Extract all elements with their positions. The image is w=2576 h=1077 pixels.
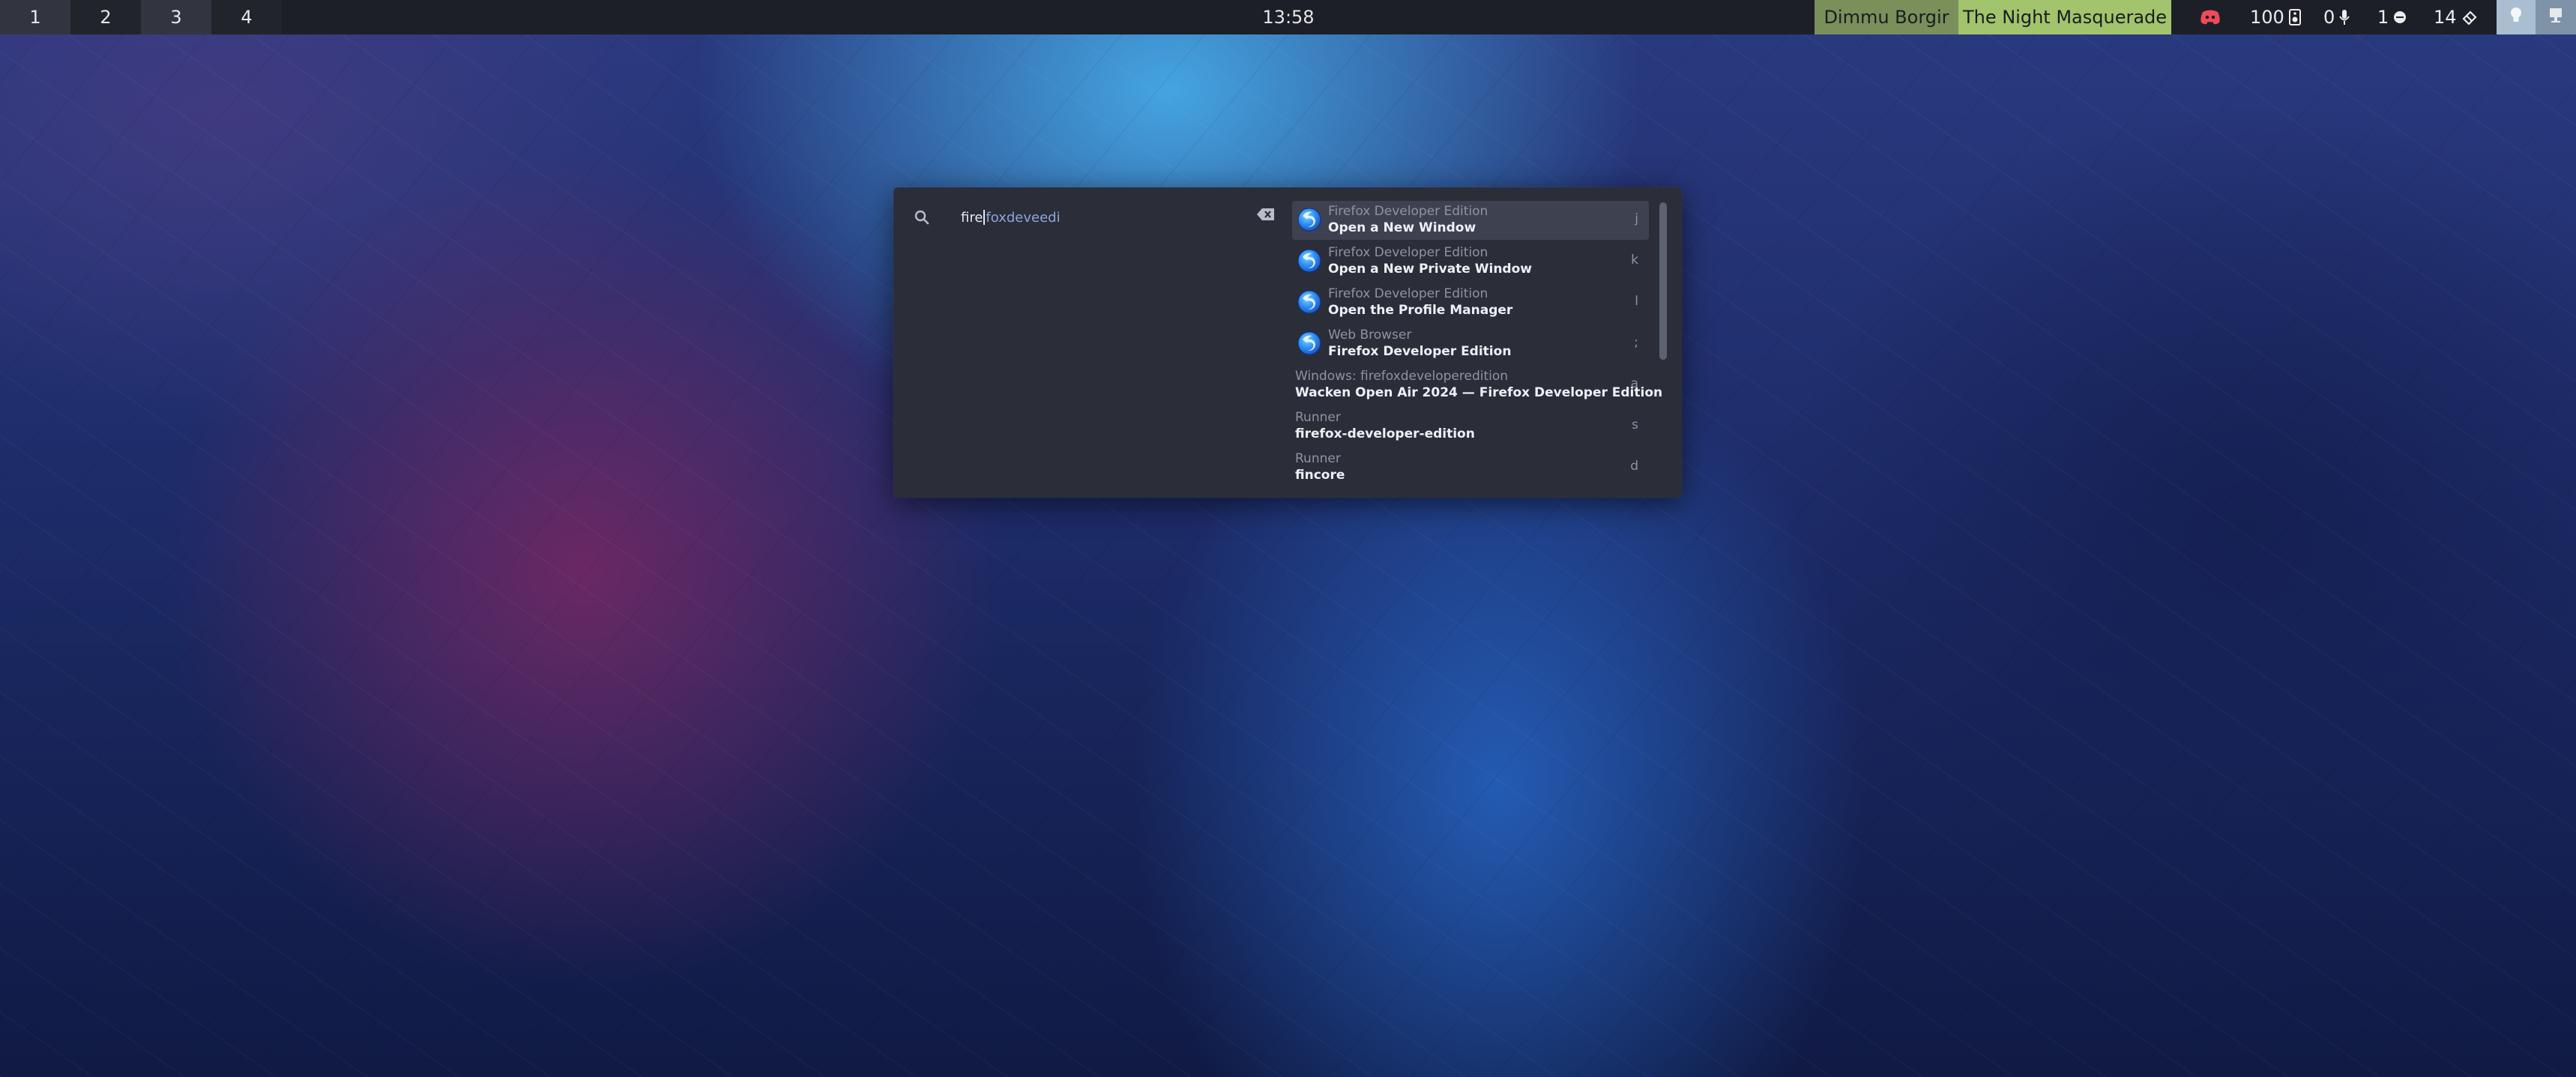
result-subtitle: Runner: [1295, 410, 1341, 425]
text-caret: [983, 210, 986, 225]
clock[interactable]: 13:58: [1229, 0, 1348, 34]
notification-icon: [2393, 10, 2407, 24]
notifications-indicator[interactable]: 1: [2377, 0, 2407, 34]
notifications-value: 1: [2377, 7, 2389, 28]
speaker-icon: [2288, 9, 2301, 25]
workspace-2-button[interactable]: 2: [70, 0, 141, 34]
result-title: Open a New Window: [1328, 220, 1476, 235]
result-subtitle: Runner: [1295, 451, 1341, 466]
result-subtitle: Firefox Developer Edition: [1328, 204, 1488, 219]
result-title: Firefox Developer Edition: [1328, 344, 1512, 359]
volume-value: 100: [2250, 7, 2284, 28]
result-title: Open a New Private Window: [1328, 262, 1532, 277]
media-artist[interactable]: Dimmu Borgir: [1815, 0, 1958, 34]
discord-tray[interactable]: [2200, 0, 2221, 34]
lightbulb-button[interactable]: [2497, 0, 2536, 34]
result-shortcut-key: j: [1635, 211, 1638, 226]
clear-search-icon[interactable]: [1256, 208, 1276, 224]
volume-indicator[interactable]: 100: [2250, 0, 2301, 34]
result-item[interactable]: Web Browser Firefox Developer Edition;: [1292, 325, 1649, 363]
search-query: fire foxdeveedi: [961, 207, 1061, 228]
result-item[interactable]: Runner firefox-developer-edition s: [1292, 407, 1649, 446]
search-suggestion-text: foxdeveedi: [986, 209, 1061, 226]
result-subtitle: Web Browser: [1328, 328, 1412, 343]
media-song-title[interactable]: The Night Masquerade: [1958, 0, 2171, 34]
result-subtitle: Firefox Developer Edition: [1328, 286, 1488, 301]
result-shortcut-key: ;: [1634, 335, 1638, 350]
microphone-indicator[interactable]: 0: [2323, 0, 2350, 34]
workspace-1-button[interactable]: 1: [0, 0, 70, 34]
result-item[interactable]: Firefox Developer Edition Open a New Priv…: [1292, 242, 1649, 281]
result-item[interactable]: Firefox Developer Edition Open the Profil…: [1292, 283, 1649, 322]
result-item[interactable]: Firefox Developer Edition Open a New Wind…: [1292, 201, 1649, 240]
results-list: Firefox Developer Edition Open a New Wind…: [1292, 201, 1662, 493]
discord-icon: [2200, 9, 2221, 25]
result-title: fincore: [1295, 468, 1345, 483]
search-icon: [913, 208, 931, 229]
workspace-3-button[interactable]: 3: [141, 0, 211, 34]
firefox-icon: [1297, 289, 1322, 315]
workspace-4-button[interactable]: 4: [211, 0, 282, 34]
firefox-icon: [1297, 248, 1322, 274]
firefox-icon: [1297, 207, 1322, 232]
power-button[interactable]: [2536, 0, 2576, 34]
result-title: firefox-developer-edition: [1295, 426, 1475, 441]
result-item[interactable]: Runner fincore d: [1292, 448, 1649, 487]
top-bar: 1 2 3 4 13:58 Dimmu Borgir The Night Mas…: [0, 0, 2576, 34]
lightbulb-icon: [2509, 6, 2523, 28]
result-shortcut-key: s: [1632, 417, 1638, 432]
package-icon: [2461, 10, 2478, 25]
result-title: Wacken Open Air 2024 — Firefox Developer…: [1295, 385, 1663, 400]
result-shortcut-key: a: [1630, 376, 1638, 391]
updates-value: 14: [2434, 7, 2457, 28]
power-icon: [2548, 6, 2564, 28]
firefox-icon: [1297, 331, 1322, 356]
microphone-icon: [2339, 9, 2350, 25]
result-shortcut-key: k: [1631, 253, 1638, 268]
result-subtitle: Firefox Developer Edition: [1328, 245, 1488, 260]
mic-value: 0: [2323, 7, 2335, 28]
result-item[interactable]: Windows: firefoxdeveloperedition Wacken O…: [1292, 366, 1662, 405]
result-subtitle: Windows: firefoxdeveloperedition: [1295, 369, 1509, 384]
result-shortcut-key: l: [1635, 294, 1638, 309]
app-launcher: fire foxdeveedi Firefox Developer Edition…: [893, 187, 1682, 498]
result-shortcut-key: d: [1630, 459, 1638, 474]
search-input[interactable]: fire foxdeveedi: [908, 205, 1276, 231]
search-typed-text: fire: [961, 209, 983, 226]
updates-indicator[interactable]: 14: [2434, 0, 2478, 34]
result-title: Open the Profile Manager: [1328, 303, 1513, 318]
desktop-wallpaper: [0, 0, 2576, 1077]
results-scrollbar[interactable]: [1659, 202, 1667, 360]
